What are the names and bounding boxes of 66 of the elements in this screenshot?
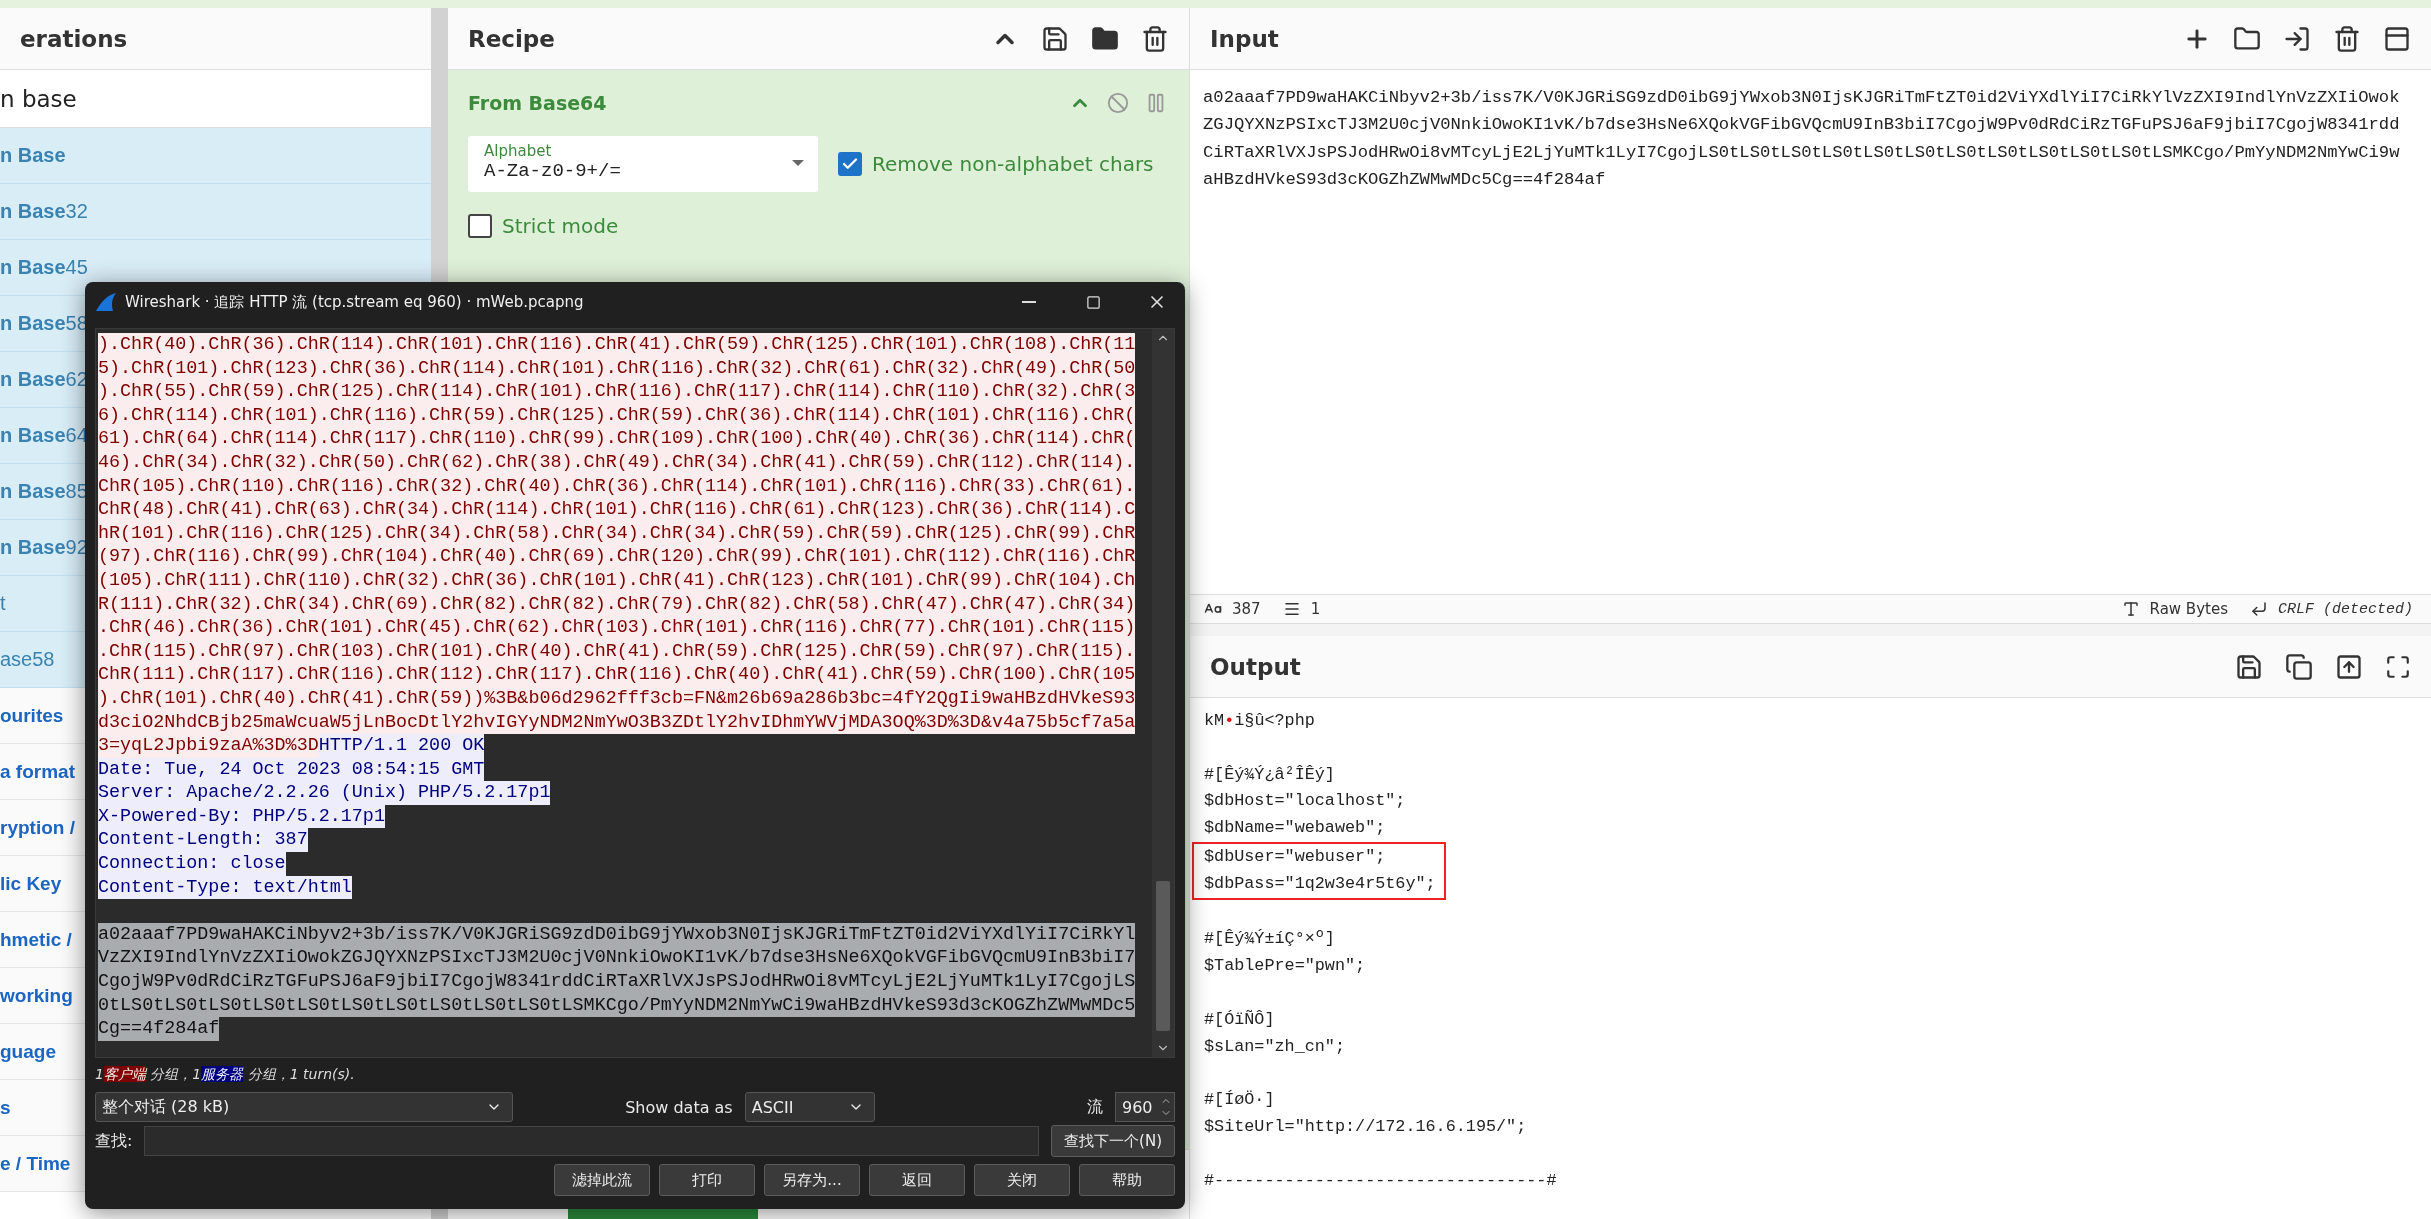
- find-next-button[interactable]: 查找下一个(N): [1051, 1125, 1175, 1157]
- output-line: $TablePre="pwn";: [1204, 955, 1366, 978]
- alphabet-dropdown[interactable]: Alphabet A-Za-z0-9+/=: [468, 136, 818, 192]
- dialog-button[interactable]: 另存为...: [764, 1164, 860, 1196]
- output-line: #[Êý¾Ý±íÇ°×º]: [1204, 928, 1335, 951]
- show-data-label: Show data as: [625, 1097, 733, 1117]
- return-icon: [2249, 600, 2268, 618]
- encoding-label[interactable]: Raw Bytes: [2149, 600, 2228, 618]
- lines-icon: [1282, 600, 1301, 618]
- output-line: $dbHost="localhost";: [1204, 790, 1406, 813]
- maximize-icon: [1085, 294, 1101, 310]
- panel-title: Recipe: [468, 25, 555, 52]
- minimize-icon: [1022, 301, 1036, 303]
- scroll-thumb[interactable]: [1156, 881, 1170, 1031]
- eol-label[interactable]: CRLF (detected): [2277, 600, 2413, 618]
- dialog-button[interactable]: 滤掉此流: [554, 1164, 650, 1196]
- panel-title: Input: [1210, 25, 1279, 52]
- load-icon[interactable]: [2283, 24, 2311, 53]
- input-text-line: aHBzdHVkeS93d3cKOGZhZWMwMDc5Cg==4f284af: [1203, 168, 1606, 191]
- output-line: $dbPass="1q2w3e4r5t6y";: [1204, 872, 1436, 895]
- output-line: kM•i§û<?php: [1204, 710, 1315, 732]
- output-line: #[ÓïÑÔ]: [1204, 1008, 1275, 1031]
- output-line: $sLan="zh_cn";: [1204, 1035, 1345, 1058]
- find-label: 查找:: [95, 1130, 133, 1152]
- format-dropdown[interactable]: ASCII: [744, 1092, 875, 1122]
- output-line: $SiteUrl="http://172.16.6.195/";: [1204, 1115, 1527, 1138]
- dialog-button[interactable]: 返回: [869, 1164, 965, 1196]
- output-line: #---------------------------------#: [1204, 1169, 1557, 1192]
- output-line: $dbUser="webuser";: [1204, 846, 1386, 868]
- checkbox-label: Remove non-alphabet chars: [872, 152, 1154, 176]
- dialog-button[interactable]: 帮助: [1079, 1164, 1175, 1196]
- output-line: $dbName="webaweb";: [1204, 817, 1386, 840]
- save-icon[interactable]: [2235, 652, 2263, 681]
- checkbox-label: Strict mode: [502, 214, 619, 238]
- dialog-button[interactable]: 打印: [659, 1164, 755, 1196]
- layout-icon[interactable]: [2383, 24, 2411, 53]
- copy-icon[interactable]: [2285, 652, 2313, 681]
- replace-input-icon[interactable]: [2335, 652, 2363, 681]
- output-line: #[Êý¾Ý¿â²ÎÊý]: [1204, 763, 1335, 786]
- find-field[interactable]: [144, 1126, 1040, 1156]
- panel-title: erations: [20, 25, 128, 52]
- conversation-dropdown[interactable]: 整个对话 (28 kB): [95, 1092, 513, 1122]
- fullscreen-icon[interactable]: [2385, 653, 2411, 680]
- shark-fin-icon: [95, 292, 117, 312]
- input-text-line: CiRTaXRlVXJsPSJodHRwOi8vMTcyLjE2LjYuMTk1LyI7CgojLS0tLS0tLS0tLS0tLS0tLS0tLS0tLS0tLS0tLS0tLS0tLSMKCgo/PmYyNDM2NmYwCi9w: [1203, 141, 2400, 164]
- save-icon[interactable]: [1041, 24, 1069, 53]
- folder-icon[interactable]: [1091, 24, 1119, 53]
- stream-summary: 1 客户端 分组，1服务器 分组，1 turn(s).: [95, 1065, 356, 1084]
- line-count: 1: [1310, 600, 1321, 618]
- caret-icon: [792, 160, 804, 166]
- operation-title: From Base64: [468, 92, 607, 114]
- dialog-button[interactable]: 关闭: [974, 1164, 1070, 1196]
- stream-label: 流: [1087, 1096, 1103, 1118]
- stream-spinner[interactable]: 960: [1115, 1092, 1175, 1122]
- scrollbar[interactable]: [1152, 329, 1174, 1057]
- length-count: 387: [1232, 600, 1261, 618]
- trash-icon[interactable]: [2333, 24, 2361, 53]
- folder-icon[interactable]: [2233, 24, 2261, 53]
- output-line: #[ÍøÖ·]: [1204, 1089, 1275, 1112]
- checkbox[interactable]: [468, 214, 492, 238]
- text-icon: [2121, 600, 2140, 618]
- input-text-line: a02aaaf7PD9waHAKCiNbyv2+3b/iss7K/V0KJGRiSG9zdD0ibG9jYWxob3N0IjsKJGRiTmFtZT0id2ViYXdlYiI7CiRkYlVzZXI9IndlYnVzZXIiOwok: [1203, 87, 2400, 109]
- panel-title: Output: [1210, 653, 1301, 680]
- checkbox[interactable]: [838, 152, 862, 176]
- trash-icon[interactable]: [1141, 24, 1169, 53]
- input-text-line: ZGJQYXNzPSIxcTJ3M2U0cjV0NnkiOwoKI1vK/b7dse3HsNe6XQokVGFibGVQcmU9InB3biI7CgojW9Pv0dRdCiRzTGFuPSJ6aF9jbiI7CgojW8341rdd: [1203, 114, 2400, 137]
